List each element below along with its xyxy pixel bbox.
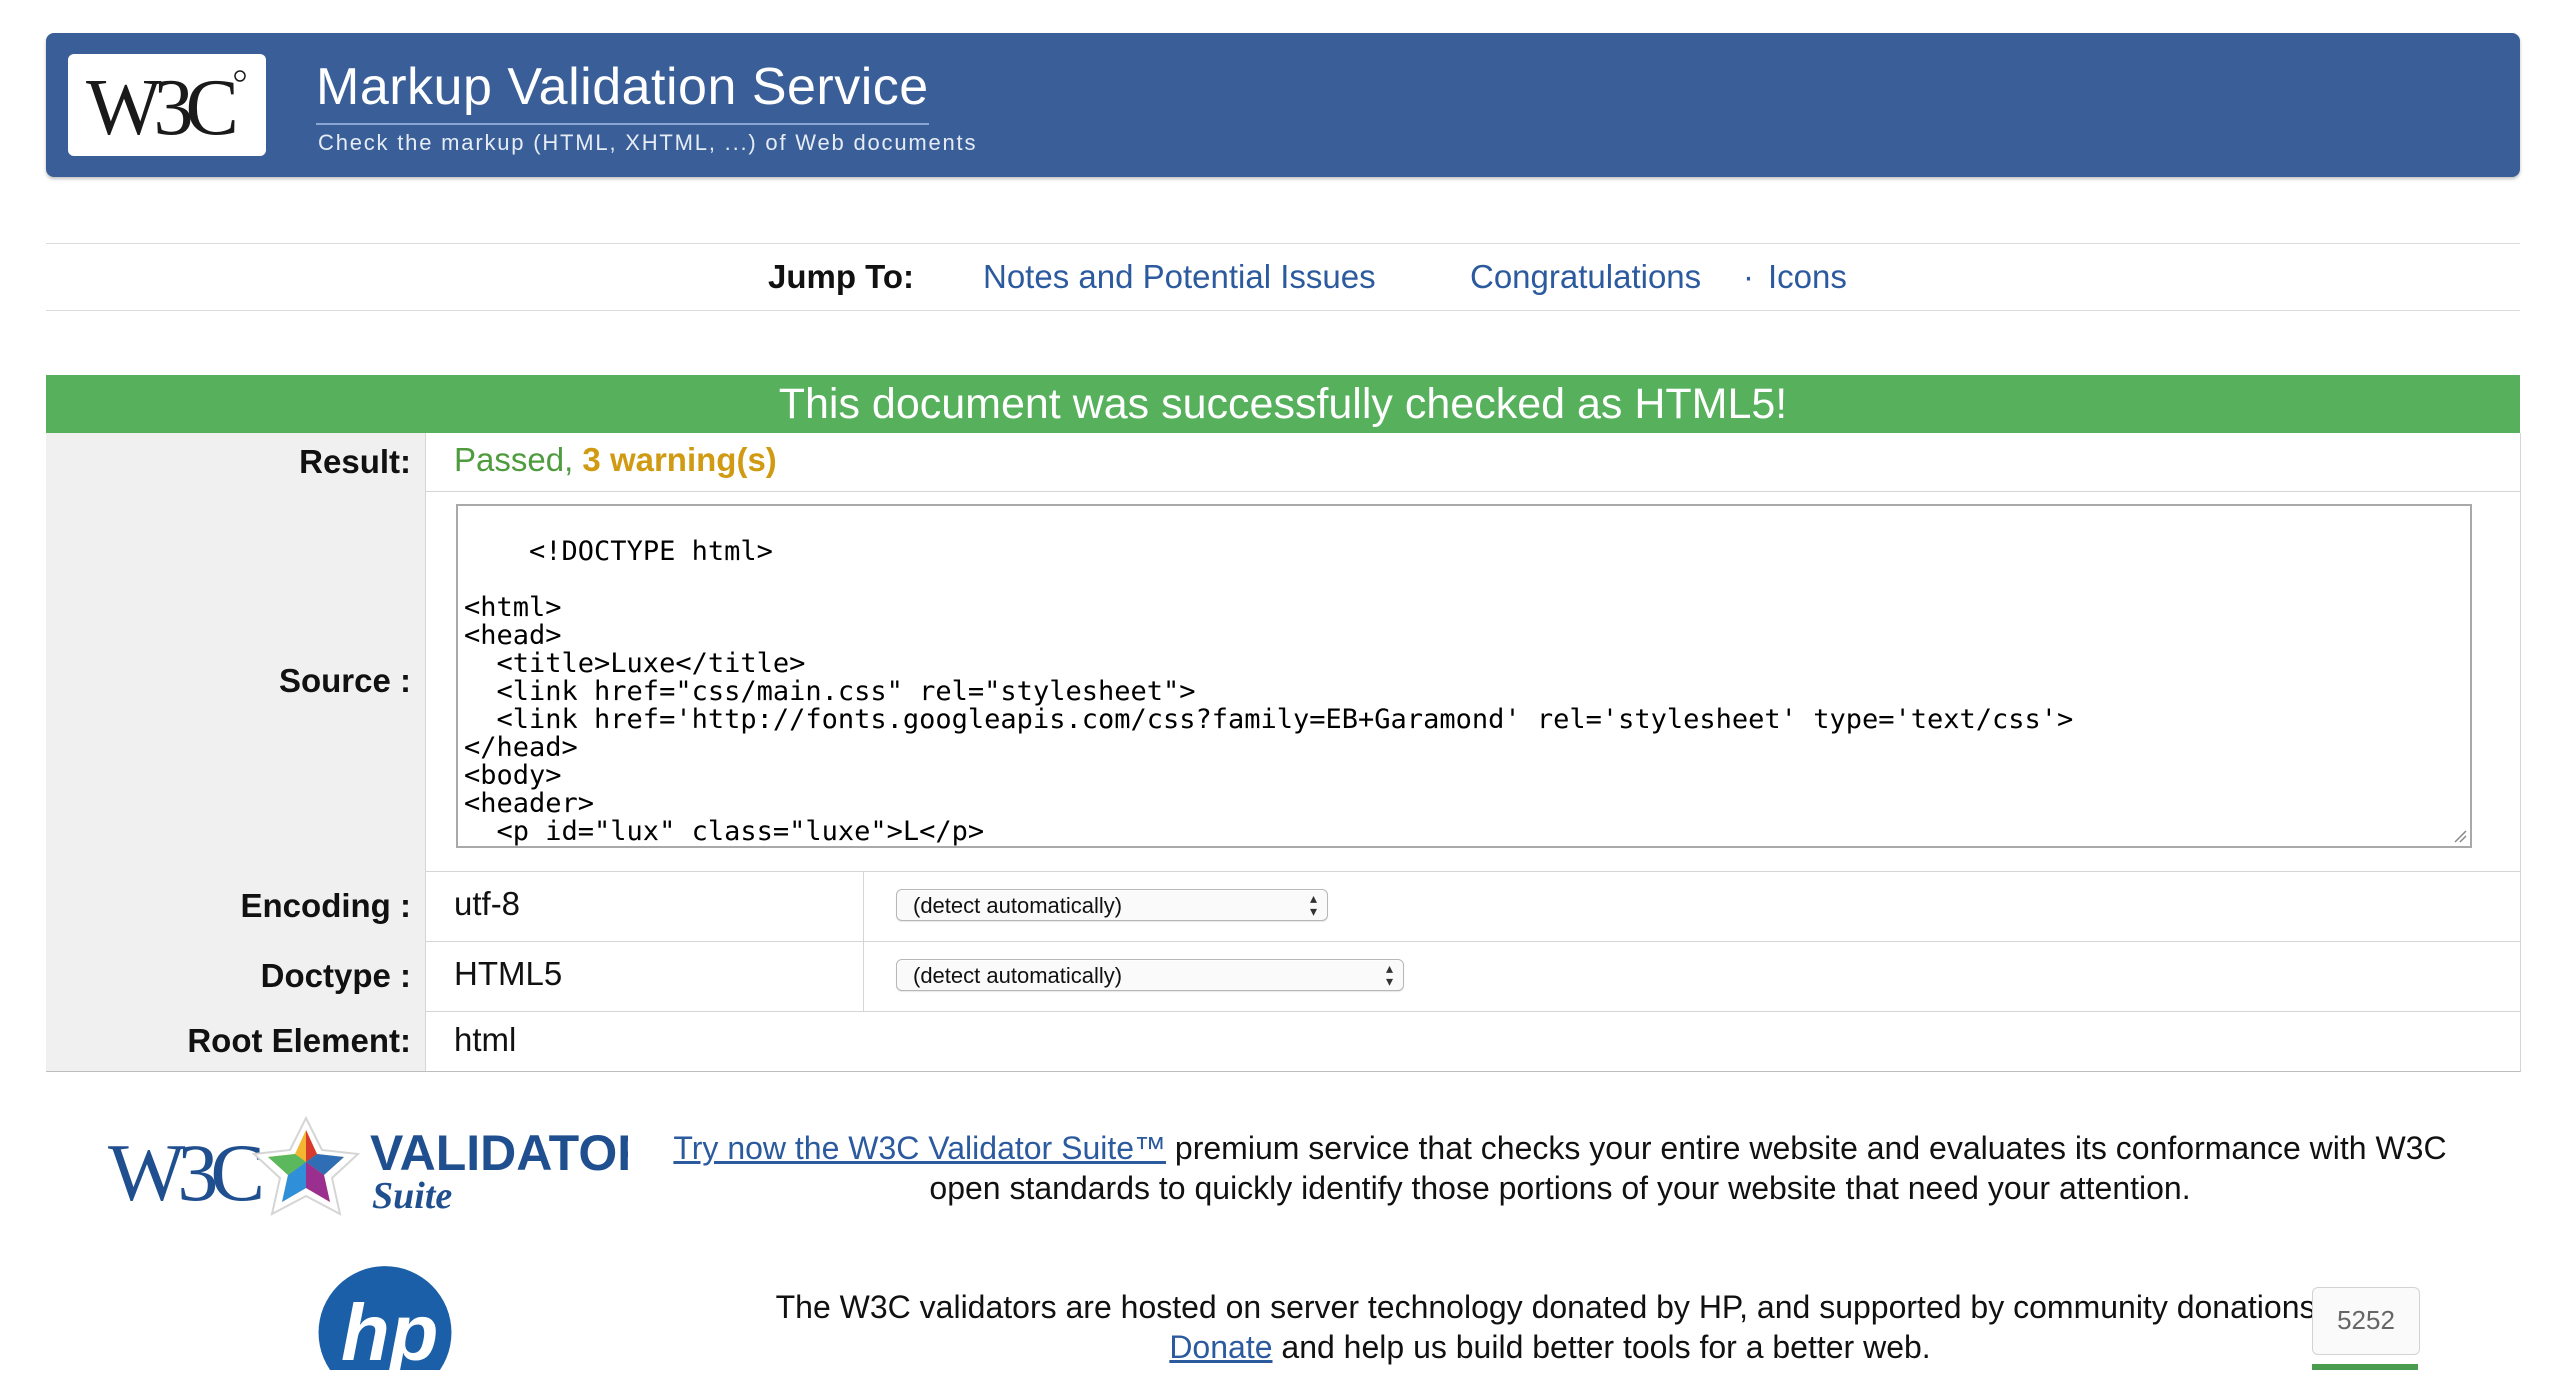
select-arrows-icon: ▴ ▾: [1385, 960, 1393, 989]
source-row: Source : <!DOCTYPE html> <html> <head> <…: [46, 491, 2521, 872]
donate-link[interactable]: Donate: [1169, 1329, 1272, 1365]
validator-suite-link[interactable]: Try now the W3C Validator Suite™: [673, 1130, 1166, 1166]
root-element-value: html: [454, 1021, 517, 1058]
w3c-logo-icon: W3C: [86, 64, 246, 148]
validator-suite-logo-icon: W3C VALIDATOR Suite: [108, 1115, 653, 1218]
jump-link-congratulations[interactable]: Congratulations: [1470, 258, 1701, 296]
warnings-link[interactable]: 3 warning(s): [582, 441, 776, 478]
svg-text:Suite: Suite: [372, 1175, 452, 1217]
jump-link-notes[interactable]: Notes and Potential Issues: [983, 258, 1376, 296]
svg-text:hp: hp: [341, 1288, 438, 1370]
root-element-label: Root Element:: [46, 1011, 426, 1071]
success-banner: This document was successfully checked a…: [46, 375, 2520, 433]
svg-text:VALIDATOR: VALIDATOR: [370, 1125, 628, 1181]
encoding-label: Encoding :: [46, 871, 426, 941]
source-code: <!DOCTYPE html> <html> <head> <title>Lux…: [464, 536, 2074, 847]
donation-text: The W3C validators are hosted on server …: [650, 1287, 2450, 1367]
doctype-label: Doctype :: [46, 941, 426, 1011]
w3c-logo[interactable]: W3C: [68, 54, 266, 156]
select-arrows-icon: ▴ ▾: [1309, 890, 1317, 919]
jump-link-icons[interactable]: Icons: [1768, 258, 1847, 296]
encoding-select[interactable]: (detect automatically) ▴ ▾: [896, 889, 1328, 921]
donation-counter: 5252: [2312, 1287, 2420, 1355]
encoding-select-value: (detect automatically): [913, 893, 1123, 918]
source-textarea[interactable]: <!DOCTYPE html> <html> <head> <title>Lux…: [456, 504, 2472, 848]
resize-grip-icon[interactable]: [2453, 829, 2467, 843]
source-label: Source :: [46, 491, 426, 871]
page-subtitle: Check the markup (HTML, XHTML, ...) of W…: [318, 130, 978, 155]
page-title: Markup Validation Service: [316, 57, 929, 125]
doctype-row: Doctype : HTML5 (detect automatically) ▴…: [46, 941, 2521, 1012]
donation-text-line2: and help us build better tools for a bet…: [1272, 1329, 1931, 1365]
donation-text-line1: The W3C validators are hosted on server …: [775, 1289, 2325, 1325]
encoding-value: utf-8: [454, 885, 521, 922]
header-banner: W3C Markup Validation Service Check the …: [46, 33, 2520, 177]
result-row: Result: Passed, 3 warning(s): [46, 433, 2521, 492]
jump-label: Jump To:: [768, 258, 915, 295]
hp-logo-icon: hp: [318, 1266, 452, 1392]
promo-text-line1: premium service that checks your entire …: [1166, 1130, 2447, 1166]
doctype-select[interactable]: (detect automatically) ▴ ▾: [896, 959, 1404, 991]
doctype-select-value: (detect automatically): [913, 963, 1123, 988]
result-value: Passed, 3 warning(s): [454, 441, 777, 479]
svg-text:W3C: W3C: [86, 64, 235, 148]
column-divider: [863, 871, 864, 941]
column-divider: [863, 941, 864, 1011]
promo-text-line2: open standards to quickly identify those…: [929, 1170, 2191, 1206]
jump-separator: ·: [1743, 258, 1754, 295]
donation-counter-button[interactable]: [2312, 1364, 2418, 1370]
passed-text: Passed,: [454, 441, 574, 478]
validator-suite-logo[interactable]: W3C VALIDATOR Suite: [108, 1100, 653, 1230]
validator-suite-promo: Try now the W3C Validator Suite™ premium…: [650, 1128, 2470, 1208]
hp-logo[interactable]: hp: [300, 1262, 470, 1392]
jump-bar: Jump To: Notes and Potential Issues Cong…: [46, 243, 2520, 311]
doctype-value: HTML5: [454, 955, 563, 992]
result-label: Result:: [46, 433, 426, 491]
root-element-row: Root Element: html: [46, 1011, 2521, 1072]
encoding-row: Encoding : utf-8 (detect automatically) …: [46, 871, 2521, 942]
svg-text:W3C: W3C: [108, 1127, 261, 1218]
